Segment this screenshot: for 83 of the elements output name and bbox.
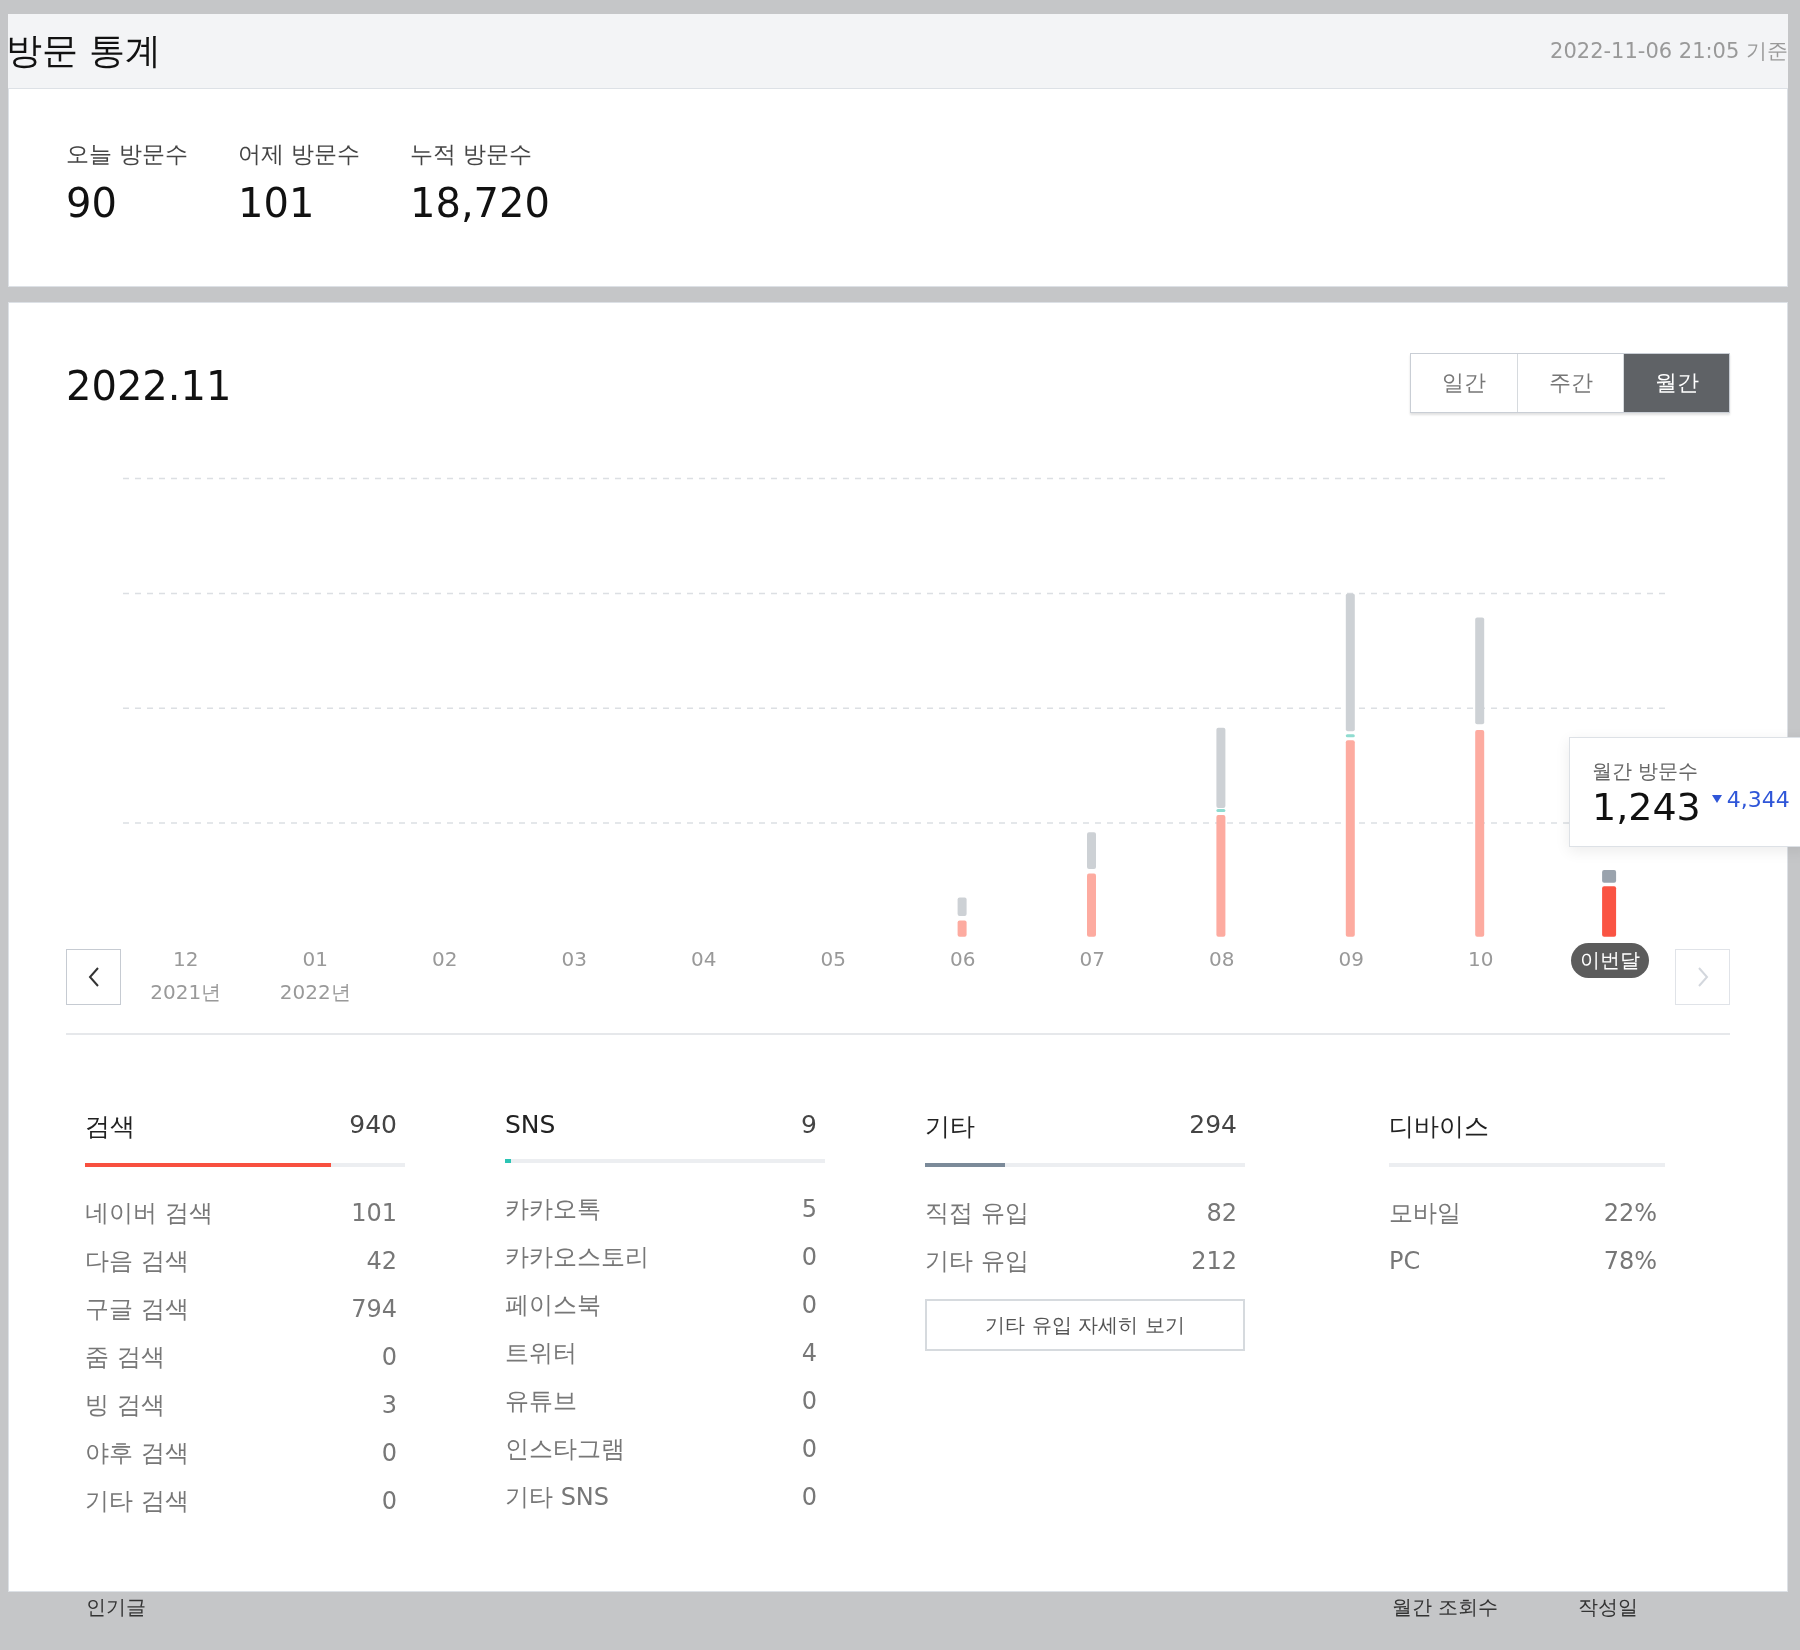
source-label: 야후 검색 [85,1438,189,1469]
stat-label: 오늘 방문수 [66,140,190,169]
month-label: 04 [691,947,717,971]
month-label: 09 [1338,947,1364,971]
group-total: 9 [801,1110,817,1139]
stacked-bar [957,897,967,937]
source-value: 4 [801,1339,817,1367]
chevron-right-icon [1695,966,1710,988]
page-title: 방문 통계 [6,28,162,73]
source-label: 유튜브 [505,1386,577,1417]
year-label: 2022년 [279,979,351,1006]
group-title: 검색 [85,1111,135,1143]
source-label: 카카오스토리 [505,1242,649,1273]
source-label: 직접 유입 [925,1198,1029,1229]
column-header: 작성일 [1578,1593,1639,1621]
period-tab[interactable]: 주간 [1517,354,1623,412]
source-label: 구글 검색 [85,1294,189,1325]
source-value: 3 [381,1391,397,1419]
tooltip-title: 월간 방문수 [1592,758,1700,785]
month-label: 01 [302,947,328,971]
month-label: 05 [820,947,846,971]
source-label: 줌 검색 [85,1342,165,1373]
month-label: 06 [950,947,976,971]
source-label: 빙 검색 [85,1390,165,1421]
source-label: 카카오톡 [505,1194,601,1225]
source-value: 0 [801,1387,817,1415]
group-title: SNS [505,1110,556,1139]
group-title: 기타 [925,1111,975,1143]
stat-value: 101 [238,180,316,226]
period-tab[interactable]: 월간 [1623,354,1729,412]
source-value: 0 [801,1435,817,1463]
stat-label: 누적 방문수 [410,140,534,169]
source-value: 0 [381,1439,397,1467]
source-label: 인스타그램 [505,1434,625,1465]
source-value: 82 [1206,1199,1237,1227]
source-value: 0 [381,1487,397,1515]
source-value: 212 [1191,1247,1237,1275]
tooltip-value: 1,243 [1592,785,1701,829]
source-label: 트위터 [505,1338,577,1369]
source-label: 기타 검색 [85,1486,189,1517]
source-value: 0 [381,1343,397,1371]
source-value: 42 [366,1247,397,1275]
source-value: 5 [801,1195,817,1223]
updated-time: 2022-11-06 21:05 기준 [1550,38,1788,65]
previous-button[interactable] [66,949,121,1005]
month-label: 08 [1209,947,1235,971]
month-label: 03 [561,947,587,971]
next-button[interactable] [1675,949,1730,1005]
column-header: 월간 조회수 [1392,1593,1499,1621]
period-tab[interactable]: 일간 [1411,354,1517,412]
group-title: 디바이스 [1389,1111,1489,1143]
period-title: 2022.11 [66,363,232,409]
stat-value: 18,720 [410,180,550,226]
month-label: 12 [173,947,199,971]
source-label: 기타 유입 [925,1246,1029,1277]
current-month-label: 이번달 [1571,943,1650,978]
source-value: 0 [801,1243,817,1271]
column-header: 인기글 [86,1593,147,1621]
down-triangle-icon [1711,795,1722,803]
tooltip-change: 4,344 [1726,787,1790,812]
stacked-bar [1602,870,1617,937]
source-value: 0 [801,1483,817,1511]
stat-label: 어제 방문수 [238,140,362,169]
source-label: 다음 검색 [85,1246,189,1277]
month-label: 07 [1079,947,1105,971]
chevron-left-icon [86,966,101,988]
group-total: 294 [1189,1110,1237,1141]
source-label: 네이버 검색 [85,1198,213,1229]
source-value: 22% [1603,1199,1657,1227]
details-button[interactable]: 기타 유입 자세히 보기 [925,1299,1245,1351]
year-label: 2021년 [150,979,222,1006]
source-value: 78% [1603,1247,1657,1275]
source-label: 모바일 [1389,1198,1461,1229]
source-label: 기타 SNS [505,1482,610,1513]
month-label: 02 [432,947,458,971]
month-label: 10 [1468,947,1494,971]
source-value: 0 [801,1291,817,1319]
stat-value: 90 [66,180,118,226]
source-label: PC [1389,1247,1421,1275]
source-label: 페이스북 [505,1290,601,1321]
source-value: 794 [351,1295,397,1323]
group-total: 940 [349,1110,397,1141]
source-value: 101 [351,1199,397,1227]
